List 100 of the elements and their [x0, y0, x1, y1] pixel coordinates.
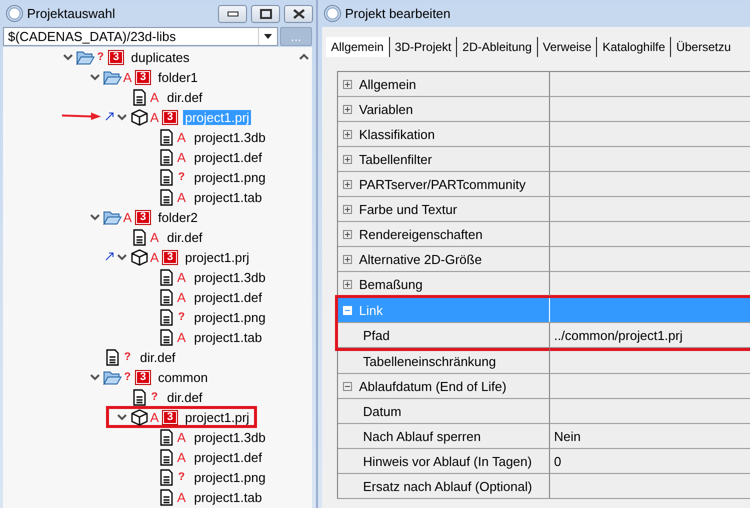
property-name: Variablen [359, 102, 413, 116]
minimize-button[interactable] [218, 4, 247, 22]
status-mark: ? [96, 51, 105, 63]
tab[interactable]: 3D-Projekt [390, 37, 458, 57]
document-icon [160, 488, 172, 506]
tree-item[interactable]: project1.tab [192, 190, 264, 204]
chevron-down-icon[interactable] [116, 254, 126, 260]
property-group-row[interactable]: Bemaßung [338, 272, 750, 297]
tree-item[interactable]: project1.3db [192, 430, 268, 444]
status-mark: ? [177, 311, 186, 323]
tree-item[interactable]: project1.def [192, 450, 264, 464]
property-group-row[interactable]: Tabellenfilter [338, 147, 750, 172]
property-name: Allgemein [359, 76, 416, 92]
property-group-row[interactable]: Allgemein [338, 72, 750, 97]
tree-item[interactable]: folder2 [156, 210, 200, 224]
expand-icon[interactable] [343, 254, 352, 264]
expand-icon[interactable] [343, 80, 352, 88]
property-value: 0 [554, 454, 562, 468]
tree-item[interactable]: dir.def [165, 90, 204, 104]
property-group-row[interactable]: Variablen [338, 97, 750, 122]
maximize-button[interactable] [251, 4, 280, 22]
document-icon [132, 88, 146, 106]
property-row[interactable]: Hinweis vor Ablauf (In Tagen) 0 [338, 449, 750, 474]
chevron-down-icon[interactable] [90, 74, 100, 80]
close-button[interactable] [284, 4, 313, 22]
document-icon [160, 308, 172, 326]
property-row[interactable]: Datum [338, 399, 750, 424]
dropdown-icon[interactable] [264, 34, 272, 39]
scroll-up-icon[interactable] [298, 53, 308, 60]
status-mark: A [176, 150, 187, 164]
chevron-down-icon[interactable] [62, 54, 72, 60]
property-name: PARTserver/PARTcommunity [359, 176, 526, 192]
expand-icon[interactable] [343, 280, 352, 288]
property-value: Nein [554, 428, 581, 444]
property-group-row[interactable]: Alternative 2D-Größe [338, 247, 750, 272]
tree-item[interactable]: project1.tab [192, 490, 264, 504]
tree-item[interactable]: project1.def [192, 150, 264, 164]
property-group-row[interactable]: Ablaufdatum (End of Life) [338, 374, 750, 399]
tree-item[interactable]: dir.def [138, 350, 178, 364]
chevron-down-icon[interactable] [90, 374, 100, 380]
path-combo[interactable]: $(CADENAS_DATA)/23d-libs [3, 27, 278, 46]
tree-item[interactable]: project1.png [192, 470, 268, 484]
expand-icon[interactable] [343, 104, 352, 114]
document-icon [160, 448, 172, 466]
property-group-row[interactable]: Klassifikation [338, 122, 750, 147]
tab[interactable]: Verweise [538, 37, 598, 57]
status-mark: ? [177, 471, 186, 483]
status-mark: A [176, 330, 187, 344]
document-icon [160, 268, 172, 286]
tab[interactable]: Übersetzu [671, 37, 736, 57]
property-group-row[interactable]: Rendereigenschaften [338, 222, 750, 247]
document-icon [160, 328, 172, 346]
status-mark: A [176, 450, 187, 464]
property-name: Tabelleneinschränkung [363, 354, 496, 368]
tab[interactable]: Allgemein [326, 37, 390, 57]
tree-item[interactable]: project1.tab [192, 330, 264, 344]
expand-icon[interactable] [343, 180, 352, 188]
collapse-icon[interactable] [343, 382, 352, 390]
tree-item[interactable]: project1.3db [192, 270, 268, 284]
tree-item[interactable]: project1.def [192, 290, 264, 304]
tree-item[interactable]: dir.def [165, 230, 204, 244]
tree-item[interactable]: project1.prj [183, 410, 252, 424]
chevron-down-icon[interactable] [116, 414, 126, 420]
property-name: Ersatz nach Ablauf (Optional) [363, 478, 532, 494]
status-mark: A [149, 110, 160, 124]
status-mark: ? [123, 351, 132, 363]
status-mark: A [176, 490, 187, 504]
chevron-down-icon[interactable] [116, 114, 126, 120]
status-mark: A [122, 210, 133, 224]
property-name: Tabellenfilter [359, 152, 432, 166]
tree-item[interactable]: dir.def [165, 390, 204, 404]
count-badge: 3 [136, 210, 150, 224]
property-name: Hinweis vor Ablauf (In Tagen) [363, 454, 532, 468]
status-mark: ? [150, 391, 159, 403]
property-group-row[interactable]: PARTserver/PARTcommunity [338, 172, 750, 197]
expand-icon[interactable] [343, 154, 352, 164]
tab[interactable]: 2D-Ableitung [457, 37, 538, 57]
tree-item[interactable]: project1.png [192, 310, 268, 324]
tree-item[interactable]: project1.prj [183, 250, 252, 264]
property-name: Alternative 2D-Größe [359, 252, 482, 266]
tree-item[interactable]: common [156, 370, 210, 384]
expand-icon[interactable] [343, 130, 352, 138]
property-row[interactable]: Ersatz nach Ablauf (Optional) [338, 474, 750, 499]
expand-icon[interactable] [343, 230, 352, 238]
tree-item[interactable]: project1.3db [192, 130, 268, 144]
tab[interactable]: Kataloghilfe [597, 37, 672, 57]
property-group-row[interactable]: Farbe und Textur [338, 197, 750, 222]
document-icon [160, 288, 172, 306]
expand-icon[interactable] [343, 204, 352, 214]
tree-item[interactable]: project1.png [192, 170, 268, 184]
property-row[interactable]: Nach Ablauf sperren Nein [338, 424, 750, 449]
status-mark: A [176, 130, 187, 144]
tree-item[interactable]: duplicates [129, 50, 192, 64]
property-value: ../common/project1.prj [554, 328, 683, 342]
property-row[interactable]: Pfad ../common/project1.prj [338, 323, 750, 348]
chevron-down-icon[interactable] [90, 214, 100, 220]
status-mark: A [149, 410, 160, 424]
tree-item[interactable]: folder1 [156, 70, 200, 84]
count-badge: 3 [163, 110, 177, 124]
property-row[interactable]: Tabelleneinschränkung [338, 349, 750, 374]
